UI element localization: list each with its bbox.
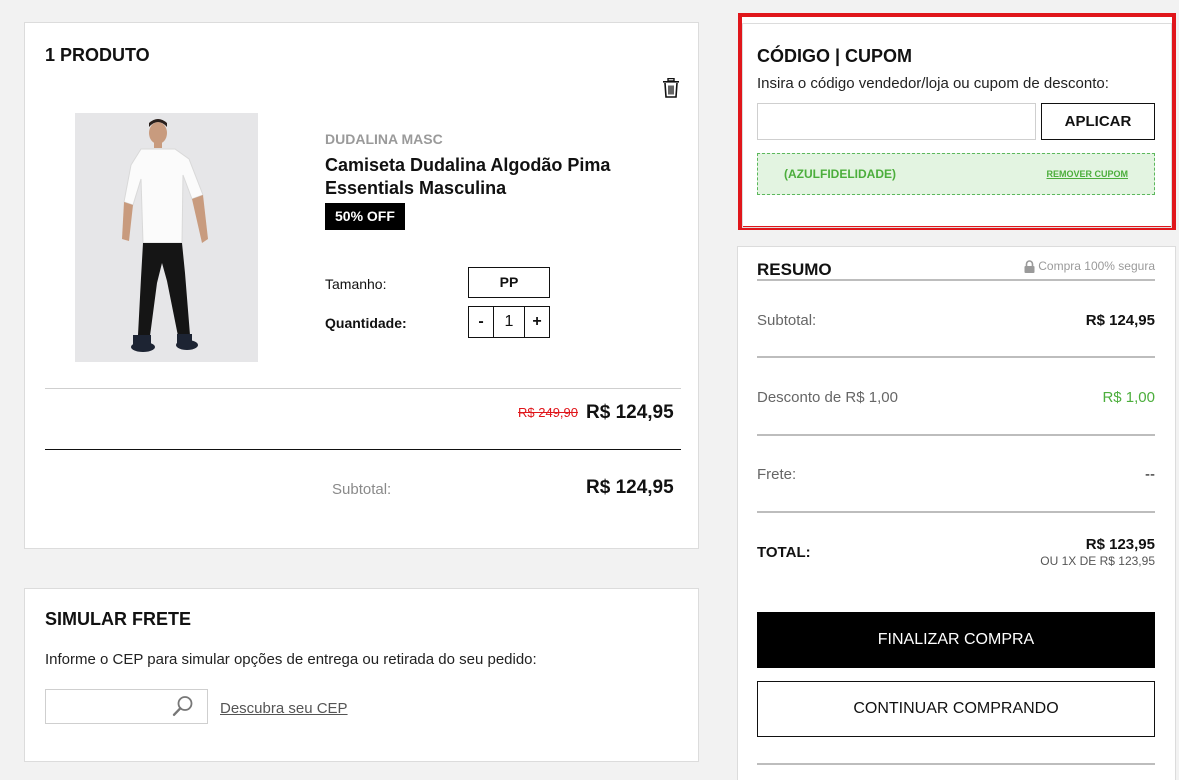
size-selector[interactable]: PP xyxy=(468,267,550,298)
total-value: R$ 123,95 xyxy=(1085,536,1155,553)
summary-subtotal-value: R$ 124,95 xyxy=(1085,312,1155,329)
size-label: Tamanho: xyxy=(325,276,387,292)
trash-icon[interactable] xyxy=(662,78,680,98)
summary-subtotal-label: Subtotal: xyxy=(757,312,817,329)
shipping-title: SIMULAR FRETE xyxy=(45,609,191,629)
original-price: R$ 249,90 xyxy=(518,405,578,420)
divider xyxy=(757,763,1155,765)
shipping-simulator-card: SIMULAR FRETE Informe o CEP para simular… xyxy=(24,588,699,762)
search-icon[interactable] xyxy=(172,695,194,717)
summary-shipping-label: Frete: xyxy=(757,466,797,483)
applied-coupon-box: (AZULFIDELIDADE) REMOVER CUPOM xyxy=(757,153,1155,195)
product-name[interactable]: Camiseta Dudalina Algodão Pima Essential… xyxy=(325,154,625,200)
find-cep-link[interactable]: Descubra seu CEP xyxy=(220,700,348,717)
remove-coupon-link[interactable]: REMOVER CUPOM xyxy=(1046,169,1128,179)
quantity-stepper: - 1 + xyxy=(468,306,550,338)
lock-icon xyxy=(1024,259,1035,273)
sale-price: R$ 124,95 xyxy=(586,402,674,423)
total-label: TOTAL: xyxy=(757,544,811,561)
quantity-value[interactable]: 1 xyxy=(493,307,525,337)
divider xyxy=(45,449,681,450)
product-brand: DUDALINA MASC xyxy=(325,131,443,147)
secure-purchase-text: Compra 100% segura xyxy=(1038,259,1155,273)
summary-discount-label: Desconto de R$ 1,00 xyxy=(757,389,898,406)
summary-discount-value: R$ 1,00 xyxy=(1102,389,1155,406)
quantity-increase-button[interactable]: + xyxy=(525,307,549,337)
divider xyxy=(757,279,1155,281)
product-image[interactable] xyxy=(75,113,258,362)
order-summary-card: RESUMO Compra 100% segura Subtotal: R$ 1… xyxy=(737,246,1176,780)
subtotal-label: Subtotal: xyxy=(332,481,392,498)
coupon-card: CÓDIGO | CUPOM Insira o código vendedor/… xyxy=(738,13,1176,230)
secure-purchase-note: Compra 100% segura xyxy=(1024,259,1155,273)
coupon-description: Insira o código vendedor/loja ou cupom d… xyxy=(757,75,1109,92)
continue-shopping-button[interactable]: CONTINUAR COMPRANDO xyxy=(757,681,1155,737)
shipping-description: Informe o CEP para simular opções de ent… xyxy=(45,651,537,668)
apply-coupon-button[interactable]: APLICAR xyxy=(1041,103,1155,140)
model-photo-illustration xyxy=(75,113,258,362)
product-card: 1 PRODUTO DUDALINA MASC Camiseta Dudalin… xyxy=(24,22,699,549)
summary-shipping-value: -- xyxy=(1145,466,1155,483)
quantity-label: Quantidade: xyxy=(325,315,407,331)
divider xyxy=(757,434,1155,436)
coupon-title: CÓDIGO | CUPOM xyxy=(757,46,913,66)
coupon-input[interactable] xyxy=(757,103,1036,140)
summary-title: RESUMO xyxy=(757,260,832,279)
divider xyxy=(757,356,1155,358)
subtotal-value: R$ 124,95 xyxy=(586,477,674,498)
divider xyxy=(757,511,1155,513)
quantity-decrease-button[interactable]: - xyxy=(469,307,493,337)
product-count-title: 1 PRODUTO xyxy=(45,45,150,65)
applied-coupon-code: (AZULFIDELIDADE) xyxy=(784,167,896,181)
discount-badge: 50% OFF xyxy=(325,203,405,230)
installment-info: OU 1X DE R$ 123,95 xyxy=(1040,554,1155,568)
checkout-button[interactable]: FINALIZAR COMPRA xyxy=(757,612,1155,668)
divider xyxy=(45,388,681,389)
